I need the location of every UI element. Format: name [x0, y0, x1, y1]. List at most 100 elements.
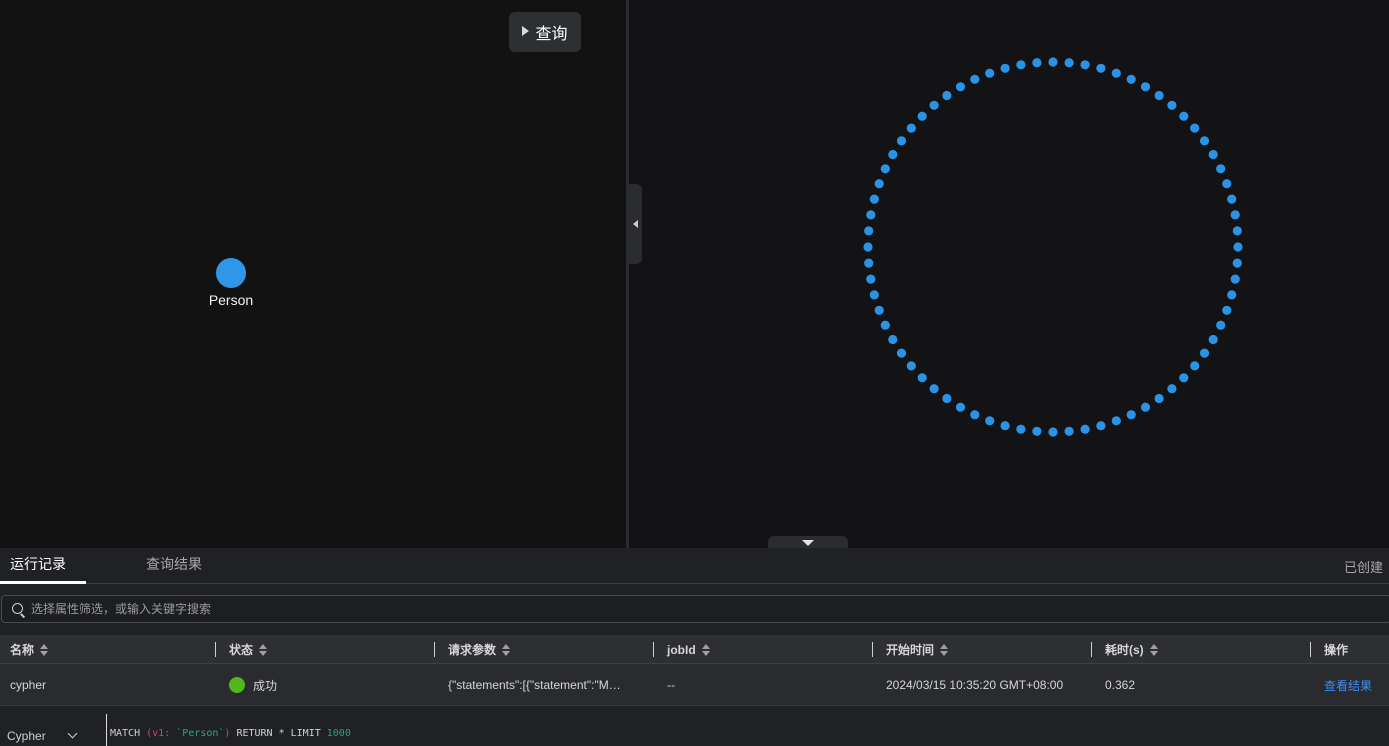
- loading-dot: [1096, 63, 1106, 73]
- loading-dot: [1064, 426, 1074, 436]
- cell-name: cypher: [10, 678, 47, 692]
- sort-icon[interactable]: [40, 643, 49, 656]
- loading-dot: [874, 305, 884, 315]
- loading-dot: [1016, 424, 1026, 434]
- loading-dot: [869, 290, 879, 300]
- loading-dot: [985, 416, 995, 426]
- graph-node-label: Person: [208, 292, 254, 308]
- loading-dot: [1222, 179, 1232, 189]
- loading-dot: [1126, 410, 1136, 420]
- column-header-duration[interactable]: 耗时(s): [1105, 635, 1158, 664]
- caret-down-icon: [802, 540, 814, 546]
- loading-dot: [1032, 58, 1042, 68]
- loading-dot: [929, 100, 939, 110]
- column-header-params[interactable]: 请求参数: [448, 635, 511, 664]
- language-select-value: Cypher: [7, 729, 46, 743]
- table-row: cypher 成功 {"statements":[{"statement":"M…: [0, 664, 1389, 706]
- column-header-label: 开始时间: [886, 643, 935, 657]
- loading-dot: [917, 373, 927, 383]
- loading-dot: [1048, 427, 1058, 437]
- loading-dot: [1154, 90, 1164, 101]
- column-header-label: 请求参数: [448, 643, 497, 657]
- code-label: `Person`: [176, 728, 225, 739]
- code-editor-line[interactable]: MATCH (v1: `Person`) RETURN * LIMIT 1000: [110, 728, 351, 739]
- column-header-status[interactable]: 状态: [229, 635, 268, 664]
- loading-dot: [1140, 82, 1151, 92]
- panel-tabs: 运行记录 查询结果 已创建: [0, 548, 1389, 584]
- loading-dot: [874, 179, 884, 189]
- code-variable: (v1:: [146, 728, 177, 739]
- loading-dot: [1154, 393, 1164, 404]
- code-keyword: MATCH: [110, 728, 147, 739]
- query-button[interactable]: 查询: [509, 12, 581, 52]
- loading-dot: [1227, 290, 1237, 300]
- column-header-start-time[interactable]: 开始时间: [886, 635, 949, 664]
- loading-dot: [1190, 123, 1200, 133]
- loading-dot: [1000, 421, 1010, 431]
- loading-dot: [955, 82, 966, 92]
- tab-run-records[interactable]: 运行记录: [0, 548, 86, 584]
- loading-dot: [970, 74, 980, 84]
- column-header-label: jobId: [667, 642, 696, 657]
- loading-dot: [1126, 74, 1136, 84]
- loading-dot: [869, 194, 879, 204]
- column-header-jobid[interactable]: jobId: [667, 635, 710, 664]
- loading-dot: [1232, 258, 1242, 268]
- loading-dot: [1064, 58, 1074, 68]
- success-status-icon: [229, 677, 245, 693]
- loading-spinner: [863, 57, 1243, 437]
- caret-left-icon: [632, 220, 638, 228]
- query-editor: Cypher MATCH (v1: `Person`) RETURN * LIM…: [0, 706, 1389, 746]
- column-divider: [872, 642, 873, 657]
- editor-gutter-line: [106, 714, 107, 746]
- cell-duration: 0.362: [1105, 678, 1136, 692]
- app-root: 查询 Person 运行记录 查询结果 已创建 名称 状态 请求参数: [0, 0, 1389, 746]
- loading-dot: [1232, 226, 1242, 236]
- column-header-label: 名称: [10, 643, 35, 657]
- loading-dot: [1167, 100, 1177, 110]
- filter-search-bar[interactable]: [1, 595, 1389, 623]
- sort-icon[interactable]: [1149, 643, 1158, 656]
- loading-dot: [942, 90, 952, 101]
- loading-dot: [970, 410, 980, 420]
- loading-dot: [864, 226, 874, 236]
- created-label: 已创建: [1343, 560, 1383, 575]
- code-number: 1000: [326, 728, 351, 739]
- loading-dot: [1111, 68, 1121, 78]
- result-canvas: [629, 0, 1389, 548]
- tab-query-results[interactable]: 查询结果: [136, 548, 212, 584]
- loading-dot: [929, 384, 939, 394]
- cell-status: 成功: [229, 664, 429, 706]
- loading-dot: [1208, 149, 1218, 160]
- loading-dot: [1222, 305, 1232, 315]
- column-header-label: 操作: [1324, 643, 1349, 657]
- loading-dot: [880, 320, 890, 330]
- loading-dot: [1230, 274, 1240, 284]
- search-input[interactable]: [31, 602, 631, 616]
- code-keyword: RETURN * LIMIT: [230, 728, 327, 739]
- loading-dot: [1140, 402, 1151, 412]
- column-header-name[interactable]: 名称: [10, 635, 49, 664]
- sort-icon[interactable]: [502, 643, 511, 656]
- sort-icon[interactable]: [259, 643, 268, 656]
- loading-dot: [1190, 361, 1200, 371]
- collapse-left-pane-button[interactable]: [628, 184, 642, 264]
- loading-dot: [880, 164, 890, 174]
- loading-dot: [1233, 242, 1243, 252]
- sort-icon[interactable]: [940, 643, 949, 656]
- language-select[interactable]: Cypher: [7, 726, 87, 746]
- column-divider: [434, 642, 435, 657]
- cell-params: {"statements":[{"statement":"M…: [448, 678, 621, 692]
- loading-dot: [866, 274, 876, 284]
- sort-icon[interactable]: [701, 643, 710, 656]
- loading-dot: [863, 242, 873, 252]
- schema-canvas[interactable]: 查询 Person: [0, 0, 626, 548]
- loading-dot: [1179, 373, 1189, 383]
- loading-dot: [1048, 57, 1058, 67]
- view-result-link[interactable]: 查看结果: [1324, 664, 1389, 706]
- loading-dot: [864, 258, 874, 268]
- loading-dot: [1179, 111, 1189, 121]
- column-divider: [653, 642, 654, 657]
- graph-node-person[interactable]: [216, 258, 246, 288]
- cell-jobid: --: [667, 678, 675, 692]
